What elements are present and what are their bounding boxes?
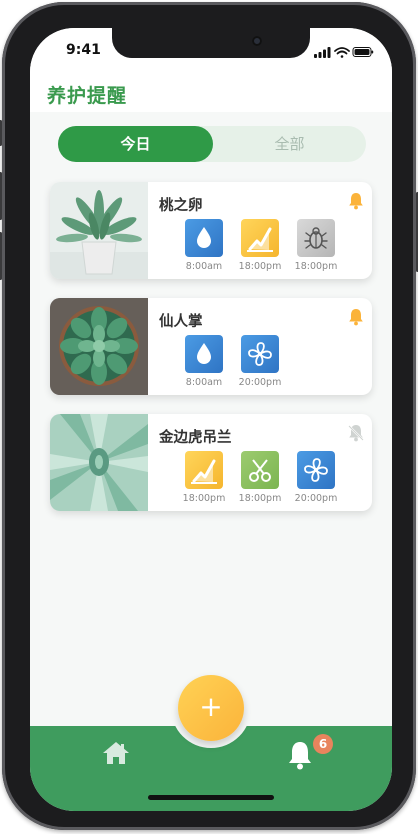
fab-cutout: + — [171, 668, 251, 748]
plant-photo — [50, 414, 148, 511]
bug-icon — [297, 219, 335, 257]
home-icon[interactable] — [102, 741, 130, 765]
plant-card[interactable]: 仙人掌 8:00am 20:00pm — [50, 298, 372, 395]
plant-name: 桃之卵 — [159, 198, 203, 214]
notification-bell-icon[interactable] — [286, 740, 314, 770]
plant-card[interactable]: 桃之卵 8:00am 18:00pm 18:00pm — [50, 182, 372, 279]
task-time: 18:00pm — [294, 261, 338, 272]
wifi-icon — [334, 47, 350, 58]
bell-icon[interactable] — [348, 308, 364, 326]
fan-icon — [297, 451, 335, 489]
battery-icon — [352, 47, 374, 57]
tab-today[interactable]: 今日 — [58, 126, 213, 162]
volume-down-button — [0, 232, 2, 280]
task-time: 18:00pm — [238, 493, 282, 504]
fertilize-icon — [185, 451, 223, 489]
plant-photo — [50, 298, 148, 395]
water-drop-icon — [185, 219, 223, 257]
tab-all[interactable]: 全部 — [213, 126, 366, 162]
task-time: 8:00am — [185, 377, 223, 388]
task-time: 18:00pm — [238, 261, 282, 272]
task-item[interactable]: 8:00am — [182, 335, 226, 388]
phone-frame: 9:41 养护提醒 今日 全部 桃之卵 8:00am 18:00pm 18:00… — [0, 2, 418, 830]
mute-switch — [0, 120, 2, 146]
bell-icon[interactable] — [348, 192, 364, 210]
plant-name: 金边虎吊兰 — [159, 430, 232, 446]
fertilize-icon — [241, 219, 279, 257]
status-icons — [314, 47, 374, 58]
volume-up-button — [0, 172, 2, 220]
notification-badge: 6 — [313, 734, 333, 754]
plant-name: 仙人掌 — [159, 314, 203, 330]
scissors-icon — [241, 451, 279, 489]
app-screen: 9:41 养护提醒 今日 全部 桃之卵 8:00am 18:00pm 18:00… — [30, 28, 392, 811]
bell-off-icon[interactable] — [348, 424, 364, 442]
tab-switcher: 今日 全部 — [58, 126, 366, 162]
notch — [112, 28, 310, 58]
add-reminder-button[interactable]: + — [178, 675, 244, 741]
task-time: 20:00pm — [294, 493, 338, 504]
home-indicator[interactable] — [148, 795, 274, 800]
cellular-signal-icon — [314, 47, 331, 58]
fan-icon — [241, 335, 279, 373]
task-item[interactable]: 18:00pm — [238, 219, 282, 272]
task-item[interactable]: 18:00pm — [182, 451, 226, 504]
task-item[interactable]: 20:00pm — [294, 451, 338, 504]
task-time: 20:00pm — [238, 377, 282, 388]
task-item[interactable]: 8:00am — [182, 219, 226, 272]
water-drop-icon — [185, 335, 223, 373]
task-time: 8:00am — [185, 261, 223, 272]
task-item[interactable]: 20:00pm — [238, 335, 282, 388]
page-title: 养护提醒 — [47, 85, 128, 107]
task-time: 18:00pm — [182, 493, 226, 504]
plant-card[interactable]: 金边虎吊兰 18:00pm 18:00pm 20:00pm — [50, 414, 372, 511]
task-item[interactable]: 18:00pm — [238, 451, 282, 504]
status-time: 9:41 — [66, 42, 101, 58]
camera-icon — [252, 36, 262, 46]
plant-photo — [50, 182, 148, 279]
task-item[interactable]: 18:00pm — [294, 219, 338, 272]
